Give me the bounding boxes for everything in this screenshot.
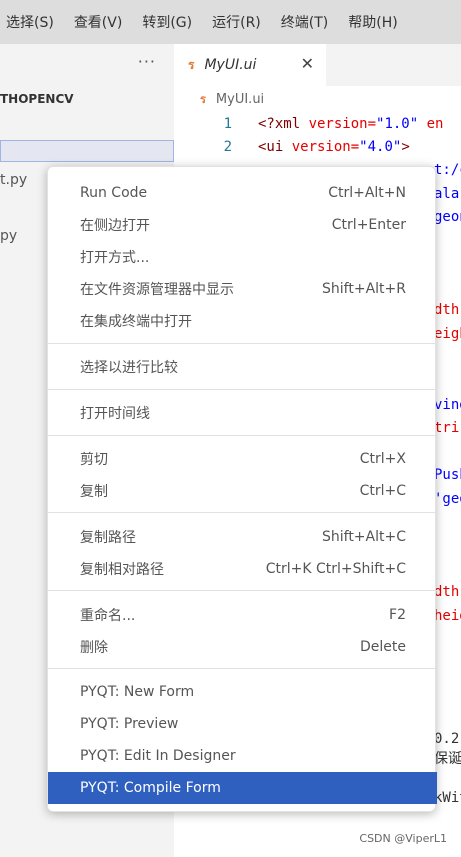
code-tag: <?xml xyxy=(258,116,309,132)
menu-run[interactable]: 运行(R) xyxy=(212,12,261,32)
menu-item-delete[interactable]: 删除 Delete xyxy=(48,631,437,663)
menu-item-copy-relative-path[interactable]: 复制相对路径 Ctrl+K Ctrl+Shift+C xyxy=(48,553,437,585)
menu-item-open-in-terminal[interactable]: 在集成终端中打开 xyxy=(48,305,437,337)
menu-item-label: 在文件资源管理器中显示 xyxy=(80,282,234,298)
menu-separator xyxy=(48,389,437,390)
code-fragment: ala xyxy=(434,186,460,202)
selected-file-row[interactable] xyxy=(0,140,174,162)
file-item[interactable]: py xyxy=(0,228,17,244)
code-string: "1.0" xyxy=(376,116,419,132)
watermark: CSDN @ViperL1 xyxy=(359,832,447,845)
menu-item-pyqt-compile-form[interactable]: PYQT: Compile Form xyxy=(48,772,437,804)
menu-item-label: 复制相对路径 xyxy=(80,562,164,578)
menu-item-shortcut: Shift+Alt+R xyxy=(322,281,406,297)
code-fragment: dth xyxy=(434,584,460,600)
code-fragment: dth: xyxy=(434,302,461,318)
code-fragment: geon xyxy=(434,209,461,225)
menu-separator xyxy=(48,435,437,436)
menu-item-run-code[interactable]: Run Code Ctrl+Alt+N xyxy=(48,177,437,209)
menu-item-label: 重命名... xyxy=(80,608,136,624)
folder-title[interactable]: THOPENCV xyxy=(0,92,74,106)
code-fragment: 0.2 xyxy=(434,731,460,747)
code-fragment: kWit xyxy=(434,790,461,806)
menu-separator xyxy=(48,512,437,513)
menu-go[interactable]: 转到(G) xyxy=(142,12,192,32)
rss-icon: ร xyxy=(188,57,195,72)
menu-item-rename[interactable]: 重命名... F2 xyxy=(48,599,437,631)
menu-item-label: PYQT: New Form xyxy=(80,684,195,700)
code-string: "4.0" xyxy=(359,139,402,155)
menu-item-label: 删除 xyxy=(80,640,108,656)
menu-separator xyxy=(48,590,437,591)
code-rest: en xyxy=(418,116,444,132)
tab-myui[interactable]: ร MyUI.ui ✕ xyxy=(174,44,326,86)
menu-item-label: PYQT: Compile Form xyxy=(80,780,221,796)
menu-item-label: PYQT: Edit In Designer xyxy=(80,748,236,764)
menu-item-label: 复制路径 xyxy=(80,530,136,546)
menu-item-pyqt-new-form[interactable]: PYQT: New Form xyxy=(48,676,437,708)
rss-icon: ร xyxy=(200,93,206,106)
menu-item-open-to-side[interactable]: 在侧边打开 Ctrl+Enter xyxy=(48,209,437,241)
more-actions-icon[interactable]: ··· xyxy=(138,52,156,71)
context-menu: Run Code Ctrl+Alt+N 在侧边打开 Ctrl+Enter 打开方… xyxy=(47,166,437,812)
menu-item-shortcut: Ctrl+Enter xyxy=(331,217,406,233)
code-tag: <ui xyxy=(258,139,292,155)
code-fragment: 'geo xyxy=(434,491,461,507)
menu-item-shortcut: Ctrl+X xyxy=(359,451,406,467)
menu-item-label: 在集成终端中打开 xyxy=(80,314,192,330)
line-number: 2 xyxy=(223,139,232,155)
breadcrumb[interactable]: ร MyUI.ui xyxy=(200,90,264,108)
code-attr: version= xyxy=(291,139,360,155)
line-number: 1 xyxy=(223,116,232,132)
menu-item-label: 打开时间线 xyxy=(80,406,150,422)
code-fragment: Push xyxy=(434,467,461,483)
menu-item-shortcut: Ctrl+Alt+N xyxy=(328,185,406,201)
menu-item-label: 打开方式... xyxy=(80,250,150,266)
code-fragment: 保诞 xyxy=(434,751,461,767)
menu-separator xyxy=(48,668,437,669)
menu-select[interactable]: 选择(S) xyxy=(6,12,54,32)
code-rest: > xyxy=(401,139,410,155)
tab-bar: ร MyUI.ui ✕ xyxy=(174,44,461,86)
menu-item-shortcut: Shift+Alt+C xyxy=(321,529,406,545)
code-fragment: heig xyxy=(434,608,461,624)
menu-bar: 选择(S) 查看(V) 转到(G) 运行(R) 终端(T) 帮助(H) xyxy=(0,0,461,44)
menu-item-shortcut: Ctrl+C xyxy=(359,483,406,499)
code-line: <ui version="4.0"> xyxy=(258,139,410,155)
menu-item-label: Run Code xyxy=(80,185,148,201)
menu-item-reveal-in-explorer[interactable]: 在文件资源管理器中显示 Shift+Alt+R xyxy=(48,273,437,305)
code-fragment: vind xyxy=(434,397,461,413)
menu-item-open-timeline[interactable]: 打开时间线 xyxy=(48,397,437,429)
menu-item-cut[interactable]: 剪切 Ctrl+X xyxy=(48,443,437,475)
menu-item-label: PYQT: Preview xyxy=(80,716,179,732)
close-icon[interactable]: ✕ xyxy=(301,54,314,73)
code-attr: version= xyxy=(308,116,377,132)
menu-separator xyxy=(48,343,437,344)
menu-item-open-with[interactable]: 打开方式... xyxy=(48,241,437,273)
menu-help[interactable]: 帮助(H) xyxy=(348,12,397,32)
menu-view[interactable]: 查看(V) xyxy=(74,12,123,32)
code-fragment: t:/cl xyxy=(434,162,461,178)
menu-item-label: 复制 xyxy=(80,484,108,500)
code-fragment: eigh xyxy=(434,326,461,342)
menu-item-label: 在侧边打开 xyxy=(80,218,150,234)
tab-label: MyUI.ui xyxy=(204,57,257,73)
menu-item-copy[interactable]: 复制 Ctrl+C xyxy=(48,475,437,507)
menu-item-pyqt-edit-in-designer[interactable]: PYQT: Edit In Designer xyxy=(48,740,437,772)
menu-item-select-for-compare[interactable]: 选择以进行比较 xyxy=(48,351,437,383)
menu-terminal[interactable]: 终端(T) xyxy=(281,12,328,32)
menu-item-copy-path[interactable]: 复制路径 Shift+Alt+C xyxy=(48,521,437,553)
file-item[interactable]: t.py xyxy=(0,172,27,188)
menu-item-shortcut: Delete xyxy=(360,639,406,655)
code-fragment: trir xyxy=(434,420,461,436)
menu-item-pyqt-preview[interactable]: PYQT: Preview xyxy=(48,708,437,740)
menu-item-label: 剪切 xyxy=(80,452,108,468)
menu-item-shortcut: Ctrl+K Ctrl+Shift+C xyxy=(265,561,406,577)
code-line: <?xml version="1.0" en xyxy=(258,116,443,132)
menu-item-shortcut: F2 xyxy=(389,607,406,623)
breadcrumb-file: MyUI.ui xyxy=(215,91,265,107)
menu-item-label: 选择以进行比较 xyxy=(80,360,178,376)
